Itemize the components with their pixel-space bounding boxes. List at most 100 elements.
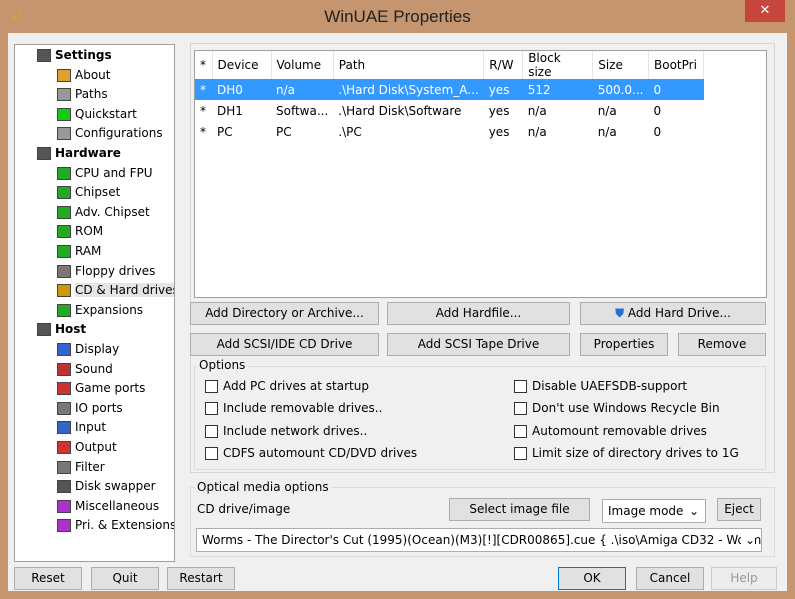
table-cell: *	[195, 79, 212, 100]
restart-button[interactable]: Restart	[167, 567, 235, 590]
tree-item-label: IO ports	[75, 400, 123, 415]
tree-item-icon	[57, 441, 71, 454]
table-row[interactable]: * DH0 n/a .\Hard Disk\System_A... yes 512 500.…	[195, 79, 704, 100]
tree-item-label: Disk swapper	[75, 479, 156, 494]
tree-item-icon	[57, 499, 71, 513]
column-header[interactable]: Block size	[522, 51, 594, 79]
tree-item-label: Host	[55, 322, 87, 337]
tree-item[interactable]: Filter	[57, 458, 105, 477]
tree-item[interactable]: Hardware	[37, 144, 121, 163]
tree-item-label: Chipset	[75, 185, 121, 200]
table-cell: n/a	[527, 124, 547, 139]
tree-item[interactable]: Disk swapper	[57, 477, 156, 496]
quit-button[interactable]: Quit	[91, 567, 159, 590]
tree-item-icon	[57, 245, 71, 258]
option-checkbox[interactable]: CDFS automount CD/DVD drives	[205, 445, 417, 461]
option-label: Add PC drives at startup	[223, 379, 369, 393]
tree-item-label: ROM	[75, 224, 104, 239]
add-directory-button[interactable]: Add Directory or Archive...	[190, 302, 379, 325]
reset-button[interactable]: Reset	[14, 567, 82, 590]
cd-image-value: Worms - The Director's Cut (1995)(Ocean)…	[202, 533, 762, 547]
option-checkbox[interactable]: Add PC drives at startup	[205, 378, 369, 394]
tree-item[interactable]: RAM	[57, 242, 101, 261]
tree-item[interactable]: Floppy drives	[57, 262, 155, 281]
column-header[interactable]: R/W	[483, 51, 524, 79]
remove-button[interactable]: Remove	[678, 333, 766, 356]
app-icon: ✓	[10, 6, 26, 27]
add-hardfile-button[interactable]: Add Hardfile...	[387, 302, 570, 325]
tree-item[interactable]: About	[57, 66, 110, 85]
column-header[interactable]: BootPri	[648, 51, 704, 79]
tree-item-icon	[57, 166, 71, 180]
window-title: WinUAE Properties	[324, 7, 471, 26]
tree-item[interactable]: Settings	[37, 46, 112, 65]
tree-item[interactable]: Configurations	[57, 124, 163, 143]
close-button[interactable]: ✕	[745, 0, 785, 22]
table-cell: PC	[276, 124, 292, 139]
option-checkbox[interactable]: Limit size of directory drives to 1G	[514, 445, 739, 461]
table-cell: Softwa...	[276, 103, 329, 118]
column-header[interactable]: Volume	[271, 51, 334, 79]
cancel-button[interactable]: Cancel	[636, 567, 704, 590]
tree-item[interactable]: CPU and FPU	[57, 164, 153, 183]
add-hard-drive-button[interactable]: ⛊ Add Hard Drive...	[580, 302, 766, 325]
tree-item-icon	[57, 382, 71, 396]
option-checkbox[interactable]: Disable UAEFSDB-support	[514, 378, 687, 394]
add-tape-drive-button[interactable]: Add SCSI Tape Drive	[387, 333, 570, 356]
ok-button[interactable]: OK	[558, 567, 626, 590]
tree-item[interactable]: Miscellaneous	[57, 497, 159, 516]
option-checkbox[interactable]: Include removable drives..	[205, 400, 382, 416]
tree-item-icon	[57, 303, 71, 317]
table-cell: n/a	[597, 124, 617, 139]
cd-drive-label: CD drive/image	[197, 502, 291, 516]
tree-item[interactable]: ROM	[57, 222, 103, 241]
tree-item-icon	[57, 264, 71, 278]
option-checkbox[interactable]: Automount removable drives	[514, 423, 707, 439]
select-image-button[interactable]: Select image file	[449, 498, 590, 521]
column-header[interactable]: Size	[592, 51, 649, 79]
eject-button[interactable]: Eject	[717, 498, 761, 521]
tree-item[interactable]: Chipset	[57, 183, 120, 202]
tree-item[interactable]: Quickstart	[57, 105, 137, 124]
tree-item-label: Pri. & Extensions	[75, 518, 175, 533]
tree-item[interactable]: Adv. Chipset	[57, 203, 150, 222]
checkbox-icon	[514, 380, 527, 393]
cd-image-select[interactable]: Worms - The Director's Cut (1995)(Ocean)…	[196, 528, 762, 552]
table-cell: yes	[488, 103, 510, 118]
tree-item[interactable]: Sound	[57, 360, 113, 379]
tree-item[interactable]: Display	[57, 340, 119, 359]
option-checkbox[interactable]: Include network drives..	[205, 423, 367, 439]
tree-item[interactable]: Input	[57, 418, 106, 437]
tree-item[interactable]: IO ports	[57, 399, 123, 418]
checkbox-icon	[205, 446, 218, 460]
tree-item[interactable]: Paths	[57, 85, 108, 104]
option-checkbox[interactable]: Don't use Windows Recycle Bin	[514, 400, 720, 416]
tree-item[interactable]: Game ports	[57, 379, 145, 398]
option-label: Include removable drives..	[223, 401, 383, 416]
settings-tree[interactable]: Settings About Paths Quickstart Configuratio…	[14, 44, 175, 562]
tree-item-icon	[57, 127, 71, 141]
tree-item[interactable]: Host	[37, 320, 86, 339]
chevron-down-icon: ⌄	[740, 529, 755, 551]
tree-item-icon	[37, 147, 51, 160]
column-header[interactable]: Device	[212, 51, 272, 79]
column-header[interactable]: *	[195, 51, 213, 79]
tree-item[interactable]: Output	[57, 438, 117, 457]
properties-button[interactable]: Properties	[580, 333, 668, 356]
table-cell: DH0	[212, 79, 271, 100]
tree-item[interactable]: CD & Hard drives	[57, 281, 174, 300]
tree-item[interactable]: Pri. & Extensions	[57, 516, 175, 535]
table-row[interactable]: * DH1 Softwa... .\Hard Disk\Software yes n/a n…	[195, 100, 704, 121]
option-label: Include network drives..	[223, 423, 368, 438]
help-button[interactable]: Help	[711, 567, 777, 590]
tree-item-icon	[57, 401, 71, 415]
tree-item-label: RAM	[75, 244, 102, 258]
tree-item[interactable]: Expansions	[57, 301, 143, 320]
tree-item-label: Adv. Chipset	[75, 204, 150, 219]
mode-select[interactable]: Image mode ⌄	[602, 499, 706, 523]
drives-list[interactable]: * Device Volume Path R/W Block size Size BootPr…	[194, 50, 767, 298]
column-header[interactable]: Path	[333, 51, 485, 79]
tree-item-label: Hardware	[55, 146, 121, 160]
add-cd-drive-button[interactable]: Add SCSI/IDE CD Drive	[190, 333, 379, 356]
table-row[interactable]: * PC PC .\PC yes n/a n/a 0	[195, 121, 704, 142]
